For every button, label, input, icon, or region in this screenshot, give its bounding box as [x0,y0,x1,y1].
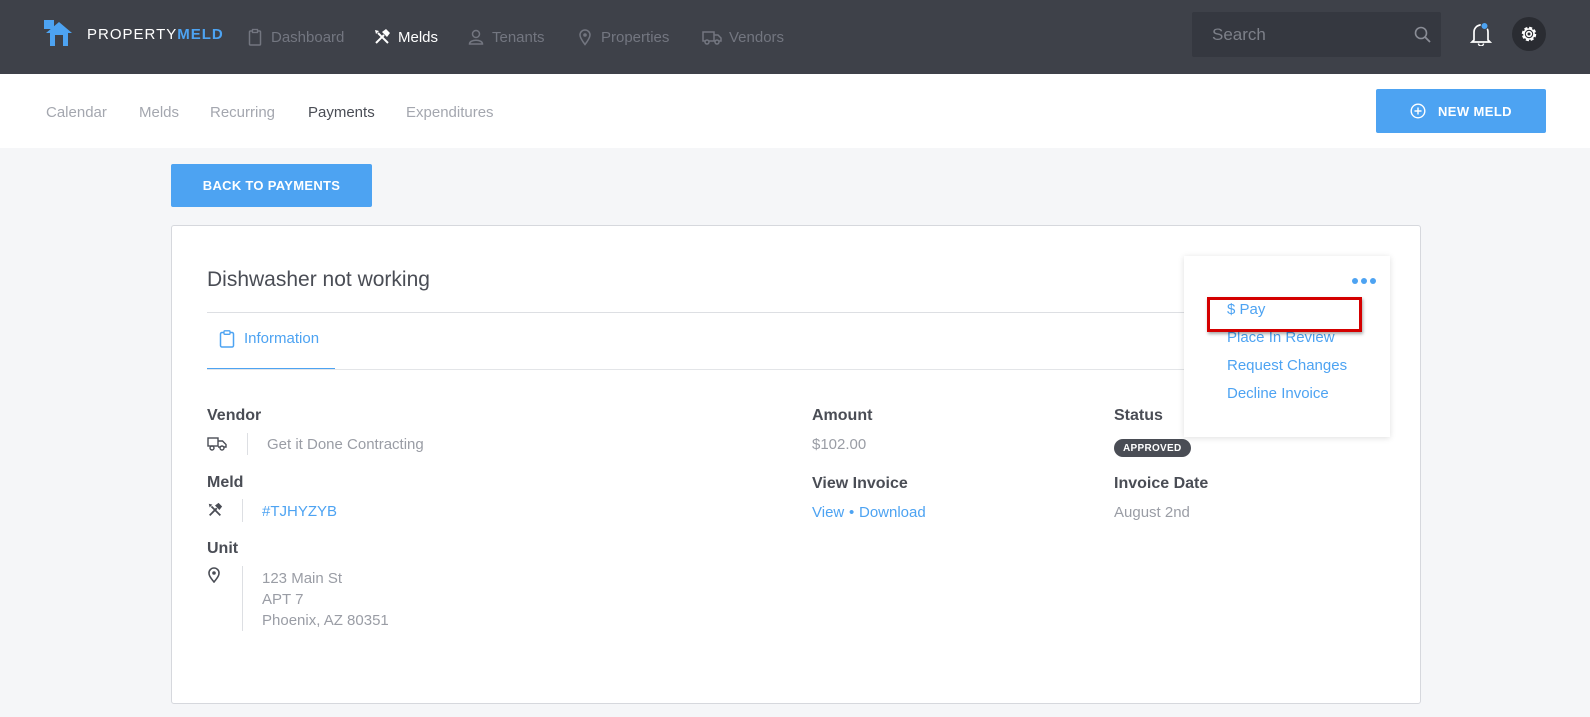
nav-melds-label: Melds [398,28,439,46]
back-to-payments-button[interactable]: BACK TO PAYMENTS [171,164,372,207]
truck-icon [207,437,227,451]
vendor-label: Vendor [207,407,262,424]
search-icon[interactable] [1413,25,1432,44]
unit-label: Unit [207,540,239,557]
nav-vendors[interactable]: Vendors [702,0,784,74]
settings-button[interactable] [1512,17,1546,51]
clipboard-icon [248,28,262,46]
nav-properties-label: Properties [601,28,670,46]
nav-dashboard[interactable]: Dashboard [246,0,344,74]
amount-value: $102.00 [812,436,867,453]
tab-information-label: Information [244,330,320,347]
vendor-name: Get it Done Contracting [267,436,424,453]
nav-melds[interactable]: Melds [373,0,438,74]
subnav-recurring[interactable]: Recurring [210,104,275,121]
subnav-expenditures[interactable]: Expenditures [406,104,494,121]
nav-properties[interactable]: Properties [576,0,669,74]
top-navigation-bar: PROPERTYMELD Dashboard Melds Tenants Pro… [0,0,1590,74]
link-separator: • [849,504,855,521]
property-meld-logo-icon [44,20,72,46]
view-invoice-link[interactable]: View [812,504,844,521]
subnav-melds[interactable]: Melds [139,104,179,121]
status-badge: APPROVED [1114,439,1191,457]
invoice-date-value: August 2nd [1114,504,1190,521]
new-meld-button[interactable]: NEW MELD [1376,89,1546,133]
notification-bell-icon[interactable] [1470,22,1492,46]
search-box [1192,12,1441,57]
nav-tenants[interactable]: Tenants [467,0,545,74]
amount-label: Amount [812,407,873,424]
view-invoice-label: View Invoice [812,475,908,492]
brand-name: PROPERTYMELD [87,26,224,43]
unit-address-line-2: APT 7 [262,591,304,608]
menu-item-request-changes[interactable]: Request Changes [1227,357,1347,374]
vendor-divider [247,433,248,455]
pay-highlight-box [1207,297,1362,332]
sub-navigation-bar: Calendar Melds Recurring Payments Expend… [0,74,1590,148]
meld-divider [242,499,243,522]
new-meld-label: NEW MELD [1438,103,1512,119]
brand-name-light: PROPERTY [87,25,178,43]
download-invoice-link[interactable]: Download [859,504,926,521]
brand-logo[interactable]: PROPERTYMELD [44,20,224,48]
map-pin-icon [579,29,591,46]
invoice-actions-menu: $ Pay Place In Review Request Changes De… [1184,256,1390,437]
invoice-date-label: Invoice Date [1114,475,1209,492]
more-options-icon[interactable] [1352,278,1376,284]
nav-vendors-label: Vendors [729,28,785,46]
unit-divider [242,566,243,631]
gear-icon [1521,26,1537,42]
status-label: Status [1114,407,1163,424]
menu-item-decline-invoice[interactable]: Decline Invoice [1227,385,1329,402]
subnav-payments[interactable]: Payments [308,104,375,121]
unit-address-line-1: 123 Main St [262,570,343,587]
meld-label: Meld [207,474,244,491]
nav-dashboard-label: Dashboard [271,28,345,46]
nav-tenants-label: Tenants [492,28,545,46]
tools-icon [375,29,390,44]
unit-address-line-3: Phoenix, AZ 80351 [262,612,389,629]
person-icon [468,29,484,45]
brand-name-bold: MELD [177,25,224,43]
tab-information[interactable]: Information [207,330,335,370]
map-pin-icon [208,567,220,583]
subnav-calendar[interactable]: Calendar [46,104,107,121]
tools-icon [208,502,223,516]
clipboard-icon [219,330,235,348]
plus-circle-icon [1410,103,1426,119]
truck-icon [702,31,722,45]
search-input[interactable] [1192,12,1402,57]
page-title: Dishwasher not working [207,268,430,291]
meld-id-link[interactable]: #TJHYZYB [262,503,337,520]
